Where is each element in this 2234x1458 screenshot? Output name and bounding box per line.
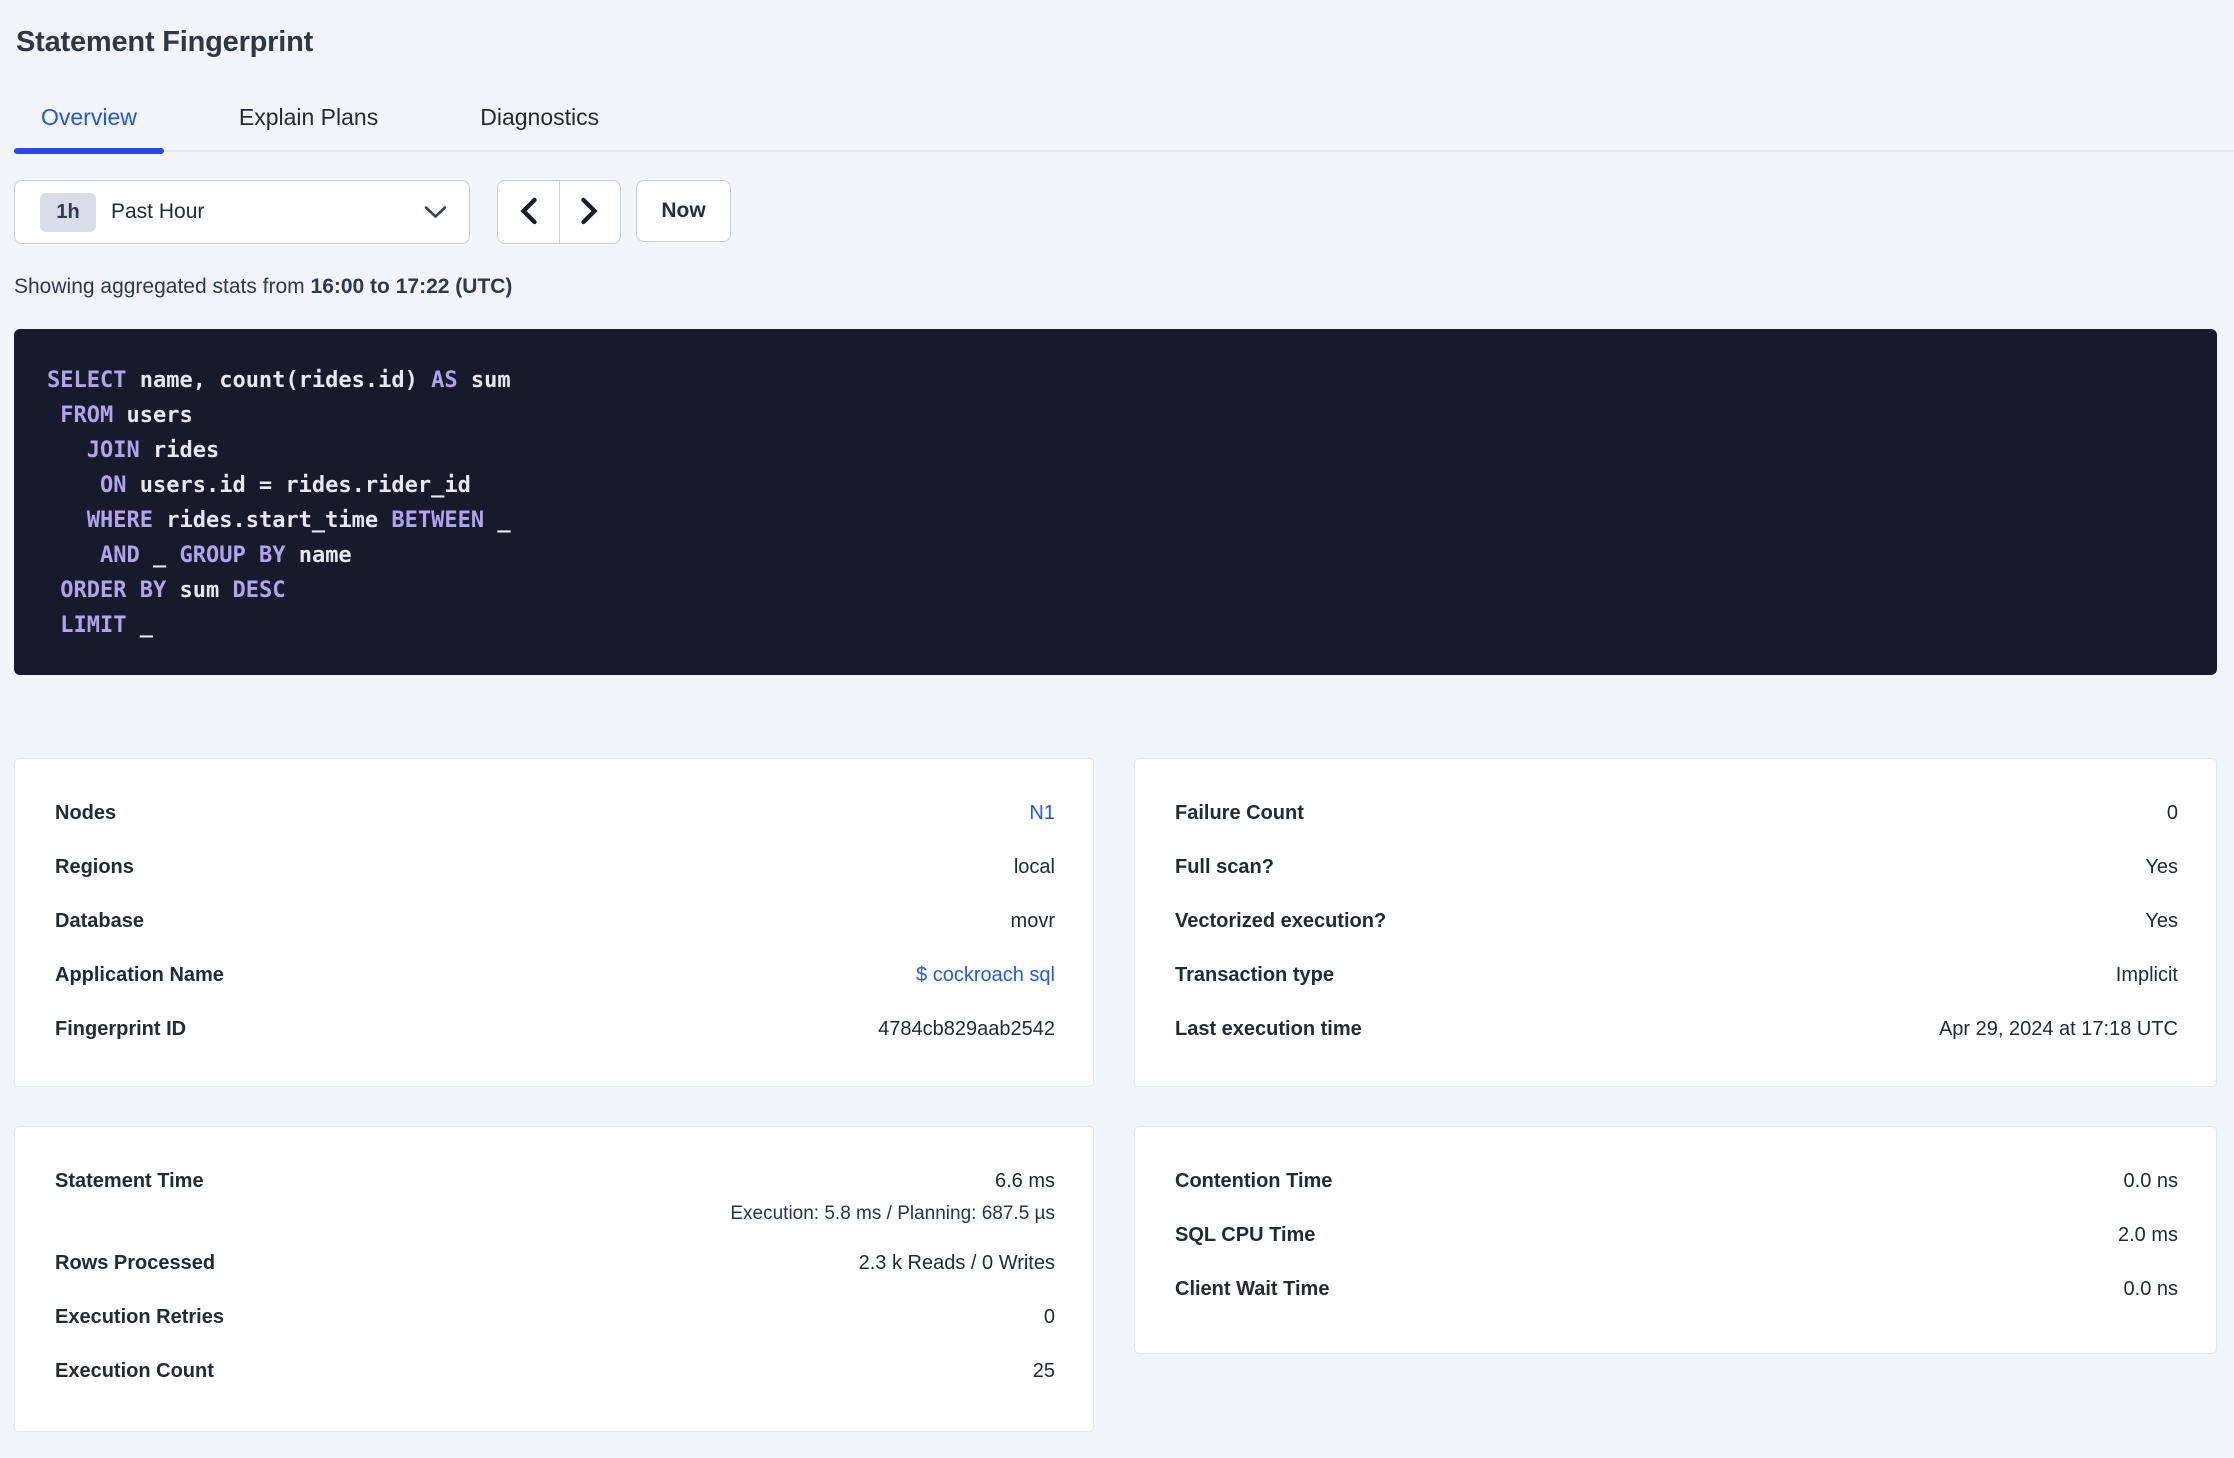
- stat-value: Apr 29, 2024 at 17:18 UTC: [1938, 1017, 2178, 1040]
- page-title: Statement Fingerprint: [16, 26, 314, 58]
- stat-row-execution-retries: Execution Retries 0: [55, 1290, 1055, 1344]
- stat-row-client-wait-time: Client Wait Time 0.0 ns: [1175, 1262, 2178, 1316]
- tab-diagnostics-label: Diagnostics: [480, 104, 600, 130]
- stat-label: Transaction type: [1175, 963, 1334, 986]
- time-range-selected-value: Past Hour: [111, 200, 205, 223]
- summary-cards: Nodes N1 Regions local Database movr App…: [14, 758, 2217, 1432]
- aggregated-stats-caption: Showing aggregated stats from 16:00 to 1…: [14, 275, 2217, 299]
- tab-diagnostics[interactable]: Diagnostics: [453, 106, 626, 150]
- chevron-left-icon: [519, 197, 538, 228]
- stat-row-application-name: Application Name $ cockroach sql: [55, 948, 1055, 1002]
- stat-row-fingerprint-id: Fingerprint ID 4784cb829aab2542: [55, 1002, 1055, 1056]
- stat-value: 6.6 ms: [994, 1169, 1055, 1192]
- stat-label: Database: [55, 909, 144, 932]
- stat-label: Full scan?: [1175, 855, 1274, 878]
- stat-row-contention-time: Contention Time 0.0 ns: [1175, 1154, 2178, 1208]
- statement-details-card: Nodes N1 Regions local Database movr App…: [14, 758, 1094, 1087]
- wait-time-card: Contention Time 0.0 ns SQL CPU Time 2.0 …: [1134, 1126, 2217, 1354]
- previous-range-button[interactable]: [498, 181, 559, 243]
- stat-row-vectorized-execution: Vectorized execution? Yes: [1175, 894, 2178, 948]
- stat-value: 4784cb829aab2542: [878, 1017, 1055, 1040]
- stat-row-last-execution-time: Last execution time Apr 29, 2024 at 17:1…: [1175, 1002, 2178, 1056]
- stat-label: Failure Count: [1175, 801, 1304, 824]
- stat-row-sql-cpu-time: SQL CPU Time 2.0 ms: [1175, 1208, 2178, 1262]
- stat-value: 0: [1043, 1305, 1055, 1328]
- stat-row-database: Database movr: [55, 894, 1055, 948]
- stat-value: Yes: [2145, 855, 2178, 878]
- stats-caption-prefix: Showing aggregated stats from: [14, 275, 311, 298]
- time-range-arrows: [497, 180, 621, 244]
- stat-label: Vectorized execution?: [1175, 909, 1387, 932]
- stat-row-execution-count: Execution Count 25: [55, 1344, 1055, 1398]
- stat-label: Client Wait Time: [1175, 1277, 1330, 1300]
- stat-value: Yes: [2145, 909, 2178, 932]
- stat-row-full-scan: Full scan? Yes: [1175, 840, 2178, 894]
- stat-row-transaction-type: Transaction type Implicit: [1175, 948, 2178, 1002]
- stat-row-statement-time: Statement Time 6.6 ms: [55, 1154, 1055, 1208]
- stat-label: Regions: [55, 855, 134, 878]
- stat-value: 2.3 k Reads / 0 Writes: [858, 1251, 1055, 1274]
- stat-value: 0.0 ns: [2123, 1277, 2178, 1300]
- tab-explain-plans-label: Explain Plans: [238, 104, 379, 130]
- tab-explain-plans[interactable]: Explain Plans: [212, 106, 405, 150]
- stat-label: Last execution time: [1175, 1017, 1362, 1040]
- stat-value: local: [1013, 855, 1055, 878]
- stat-label: Nodes: [55, 801, 117, 824]
- stat-label: Execution Retries: [55, 1305, 224, 1328]
- stat-label: Contention Time: [1175, 1169, 1333, 1192]
- stat-row-rows-processed: Rows Processed 2.3 k Reads / 0 Writes: [55, 1236, 1055, 1290]
- stat-value: movr: [1010, 909, 1055, 932]
- sql-statement-box: SELECT name, count(rides.id) AS sum FROM…: [14, 329, 2217, 675]
- stat-value: Implicit: [2115, 963, 2178, 986]
- stat-value: 2.0 ms: [2117, 1223, 2178, 1246]
- stat-label: Execution Count: [55, 1359, 214, 1382]
- nodes-link[interactable]: N1: [1029, 802, 1055, 825]
- execution-attributes-card: Failure Count 0 Full scan? Yes Vectorize…: [1134, 758, 2217, 1087]
- statement-fingerprint-page: Statement Fingerprint Overview Explain P…: [0, 0, 2234, 1432]
- chevron-right-icon: [580, 197, 599, 228]
- tab-overview-label: Overview: [41, 104, 137, 130]
- now-button[interactable]: Now: [636, 180, 731, 242]
- chevron-down-icon: [424, 205, 447, 219]
- stats-caption-range: 16:00 to 17:22 (UTC): [310, 275, 513, 298]
- time-range-select[interactable]: 1h Past Hour: [14, 180, 470, 244]
- stat-row-failure-count: Failure Count 0: [1175, 786, 2178, 840]
- stat-value: 0.0 ns: [2123, 1169, 2178, 1192]
- statement-timing-card: Statement Time 6.6 ms Execution: 5.8 ms …: [14, 1126, 1094, 1432]
- statement-time-breakdown: Execution: 5.8 ms / Planning: 687.5 µs: [730, 1203, 1055, 1224]
- time-picker-row: 1h Past Hour Now: [14, 180, 2217, 244]
- stat-label: Fingerprint ID: [55, 1017, 187, 1040]
- tab-bar: Overview Explain Plans Diagnostics: [14, 104, 2234, 154]
- stat-label: SQL CPU Time: [1175, 1223, 1316, 1246]
- time-range-badge: 1h: [40, 192, 96, 232]
- tab-overview[interactable]: Overview: [14, 104, 164, 154]
- stat-label: Rows Processed: [55, 1251, 216, 1274]
- application-name-link[interactable]: $ cockroach sql: [916, 964, 1055, 987]
- stat-label: Statement Time: [55, 1169, 204, 1192]
- next-range-button[interactable]: [558, 181, 620, 243]
- stat-value: 0: [2166, 801, 2178, 824]
- stat-label: Application Name: [55, 963, 224, 986]
- stat-value: 25: [1032, 1359, 1055, 1382]
- stat-row-nodes: Nodes N1: [55, 786, 1055, 840]
- stat-row-regions: Regions local: [55, 840, 1055, 894]
